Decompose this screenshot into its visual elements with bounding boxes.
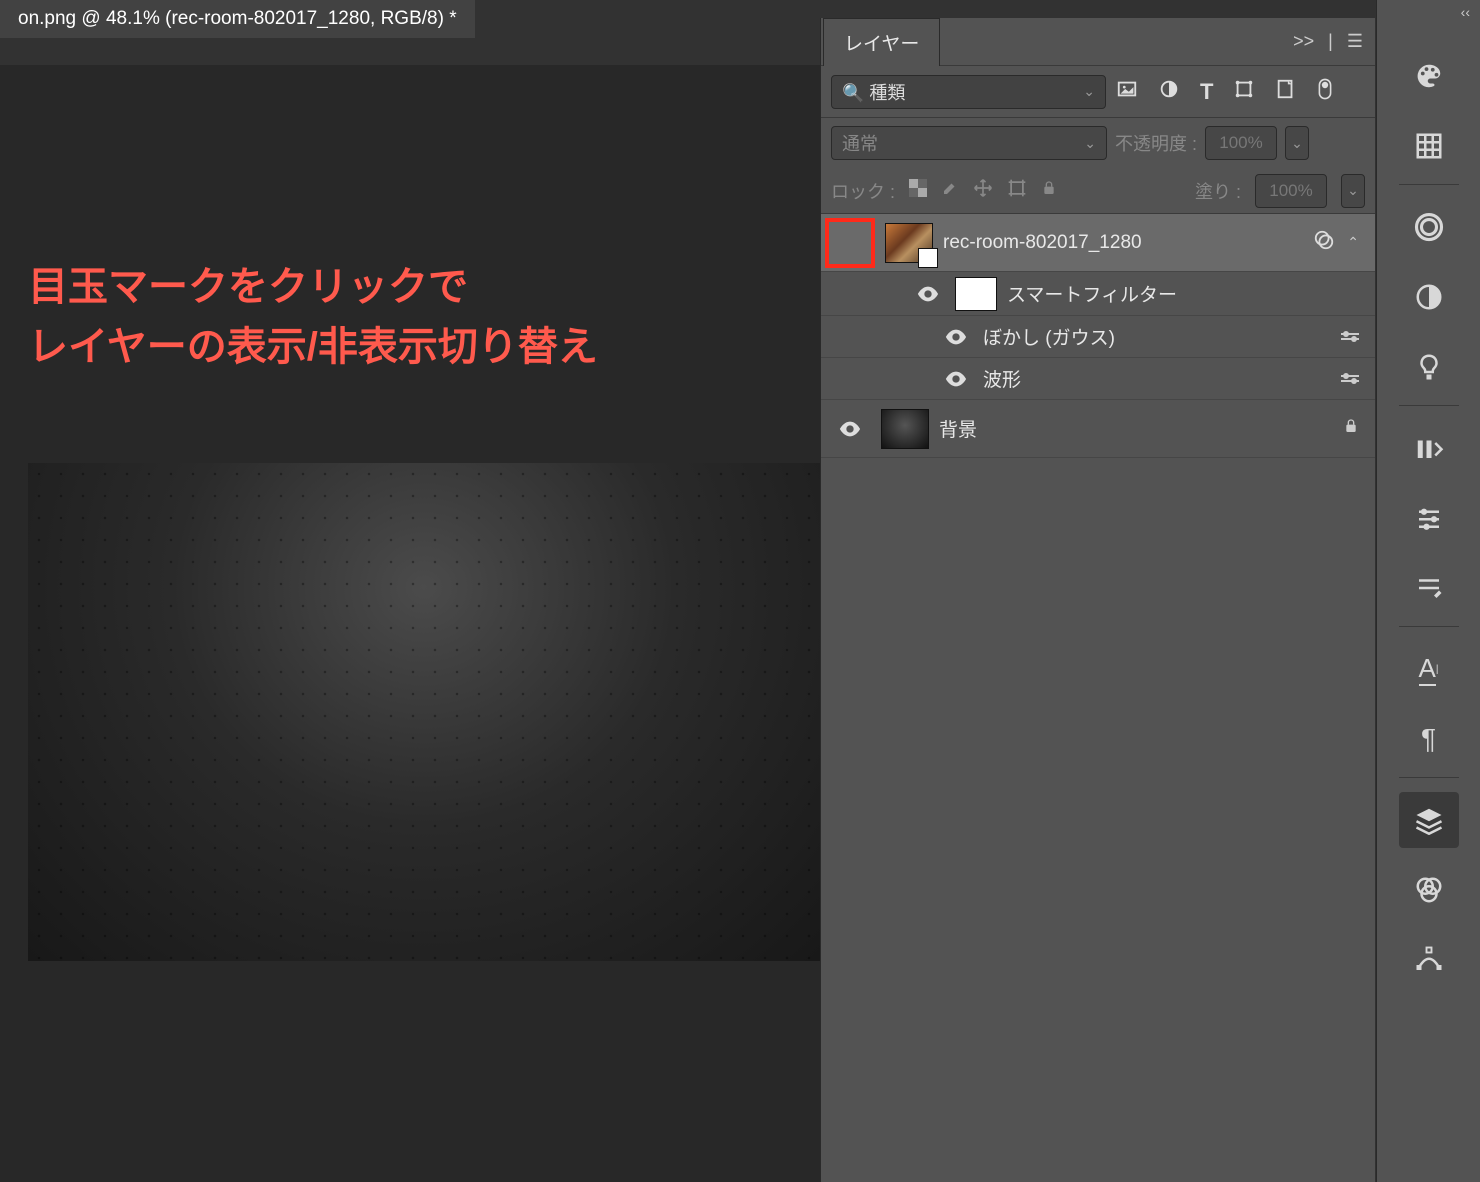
layer-collapse-icon[interactable]: ⌃ [1347, 234, 1359, 251]
learn-panel-icon[interactable] [1399, 339, 1459, 395]
blend-mode-select[interactable]: 通常 ⌄ [831, 126, 1107, 160]
visibility-toggle[interactable] [911, 286, 945, 302]
panel-header: レイヤー >> | ☰ [821, 18, 1375, 66]
layer-thumbnail[interactable] [881, 409, 929, 449]
layer-name[interactable]: ぼかし (ガウス) [983, 323, 1331, 350]
document-tab[interactable]: on.png @ 48.1% (rec-room-802017_1280, RG… [0, 0, 475, 38]
annotation-text: 目玉マークをクリックで レイヤーの表示/非表示切り替え [28, 257, 598, 377]
lock-position-icon[interactable] [973, 178, 993, 203]
panel-menu-icon[interactable]: ☰ [1347, 31, 1363, 52]
filter-type-icon[interactable]: T [1200, 79, 1213, 105]
opacity-chevron[interactable]: ⌄ [1285, 126, 1309, 160]
layer-name[interactable]: 波形 [983, 365, 1331, 392]
layer-name[interactable]: rec-room-802017_1280 [943, 232, 1303, 254]
lock-brush-icon[interactable] [941, 179, 959, 202]
layer-name[interactable]: 背景 [939, 415, 1333, 442]
visibility-toggle[interactable] [939, 329, 973, 345]
filter-blend-icon[interactable] [1341, 375, 1359, 382]
layer-row-rec-room[interactable]: rec-room-802017_1280 ⌃ [821, 214, 1375, 272]
filter-image-icon[interactable] [1116, 78, 1138, 105]
filter-shape-icon[interactable] [1233, 78, 1255, 105]
paragraph-panel-icon[interactable]: ¶ [1399, 711, 1459, 767]
annotation-line1: 目玉マークをクリックで [28, 257, 598, 317]
filter-adjustment-icon[interactable] [1158, 78, 1180, 105]
libraries-panel-icon[interactable] [1399, 199, 1459, 255]
layer-name[interactable]: スマートフィルター [1007, 280, 1367, 307]
lock-all-icon[interactable] [1041, 179, 1057, 202]
properties-panel-icon[interactable] [1399, 490, 1459, 546]
fill-label: 塗り : [1195, 178, 1241, 204]
filter-row: 🔍 種類 ⌄ T [821, 66, 1375, 118]
canvas-area: 目玉マークをクリックで レイヤーの表示/非表示切り替え [0, 65, 820, 1182]
paths-panel-icon[interactable] [1399, 932, 1459, 988]
character-panel-icon[interactable]: A| [1399, 641, 1459, 697]
actions-panel-icon[interactable] [1399, 420, 1459, 476]
fill-chevron[interactable]: ⌄ [1341, 174, 1365, 208]
layers-panel: レイヤー >> | ☰ 🔍 種類 ⌄ T 通常 ⌄ 不透明度 : 100% ⌄ [820, 18, 1375, 1182]
lock-label: ロック : [831, 178, 895, 204]
layer-thumbnail[interactable] [885, 223, 933, 263]
blend-row: 通常 ⌄ 不透明度 : 100% ⌄ [821, 118, 1375, 168]
lock-icon[interactable] [1343, 417, 1359, 440]
brushes-panel-icon[interactable] [1399, 560, 1459, 616]
annotation-line2: レイヤーの表示/非表示切り替え [28, 317, 598, 377]
opacity-value[interactable]: 100% [1205, 126, 1277, 160]
color-panel-icon[interactable] [1399, 48, 1459, 104]
visibility-toggle[interactable] [829, 421, 871, 437]
layer-row-gaussian-blur[interactable]: ぼかし (ガウス) [821, 316, 1375, 358]
filter-kind-select[interactable]: 🔍 種類 ⌄ [831, 75, 1106, 109]
visibility-toggle[interactable] [939, 371, 973, 387]
swatches-panel-icon[interactable] [1399, 118, 1459, 174]
panel-tab-layers[interactable]: レイヤー [823, 18, 940, 66]
layer-row-smartfilter[interactable]: スマートフィルター [821, 272, 1375, 316]
layer-row-wave[interactable]: 波形 [821, 358, 1375, 400]
collapse-panels-icon[interactable]: ‹‹ [1461, 4, 1470, 20]
layers-panel-icon[interactable] [1399, 792, 1459, 848]
canvas-image[interactable] [28, 463, 820, 961]
layer-effects-icon[interactable] [1313, 229, 1335, 256]
lock-transparent-icon[interactable] [909, 179, 927, 202]
opacity-label: 不透明度 : [1115, 130, 1197, 156]
channels-panel-icon[interactable] [1399, 862, 1459, 918]
filter-smartobject-icon[interactable] [1275, 78, 1297, 105]
adjustments-panel-icon[interactable] [1399, 269, 1459, 325]
chevron-down-icon: ⌄ [1084, 135, 1096, 152]
layer-row-background[interactable]: 背景 [821, 400, 1375, 458]
divider: | [1328, 31, 1333, 52]
right-toolbar: ‹‹ A| ¶ [1376, 0, 1480, 1182]
chevron-down-icon: ⌄ [1083, 83, 1095, 100]
visibility-highlight [825, 218, 875, 268]
lock-row: ロック : 塗り : 100% ⌄ [821, 168, 1375, 214]
filter-toggle-icon[interactable] [1317, 77, 1333, 106]
lock-artboard-icon[interactable] [1007, 178, 1027, 203]
document-title: on.png @ 48.1% (rec-room-802017_1280, RG… [18, 8, 457, 30]
filter-blend-icon[interactable] [1341, 333, 1359, 340]
panel-expand-button[interactable]: >> [1293, 31, 1314, 52]
fill-value[interactable]: 100% [1255, 174, 1327, 208]
filter-mask-thumbnail[interactable] [955, 277, 997, 311]
